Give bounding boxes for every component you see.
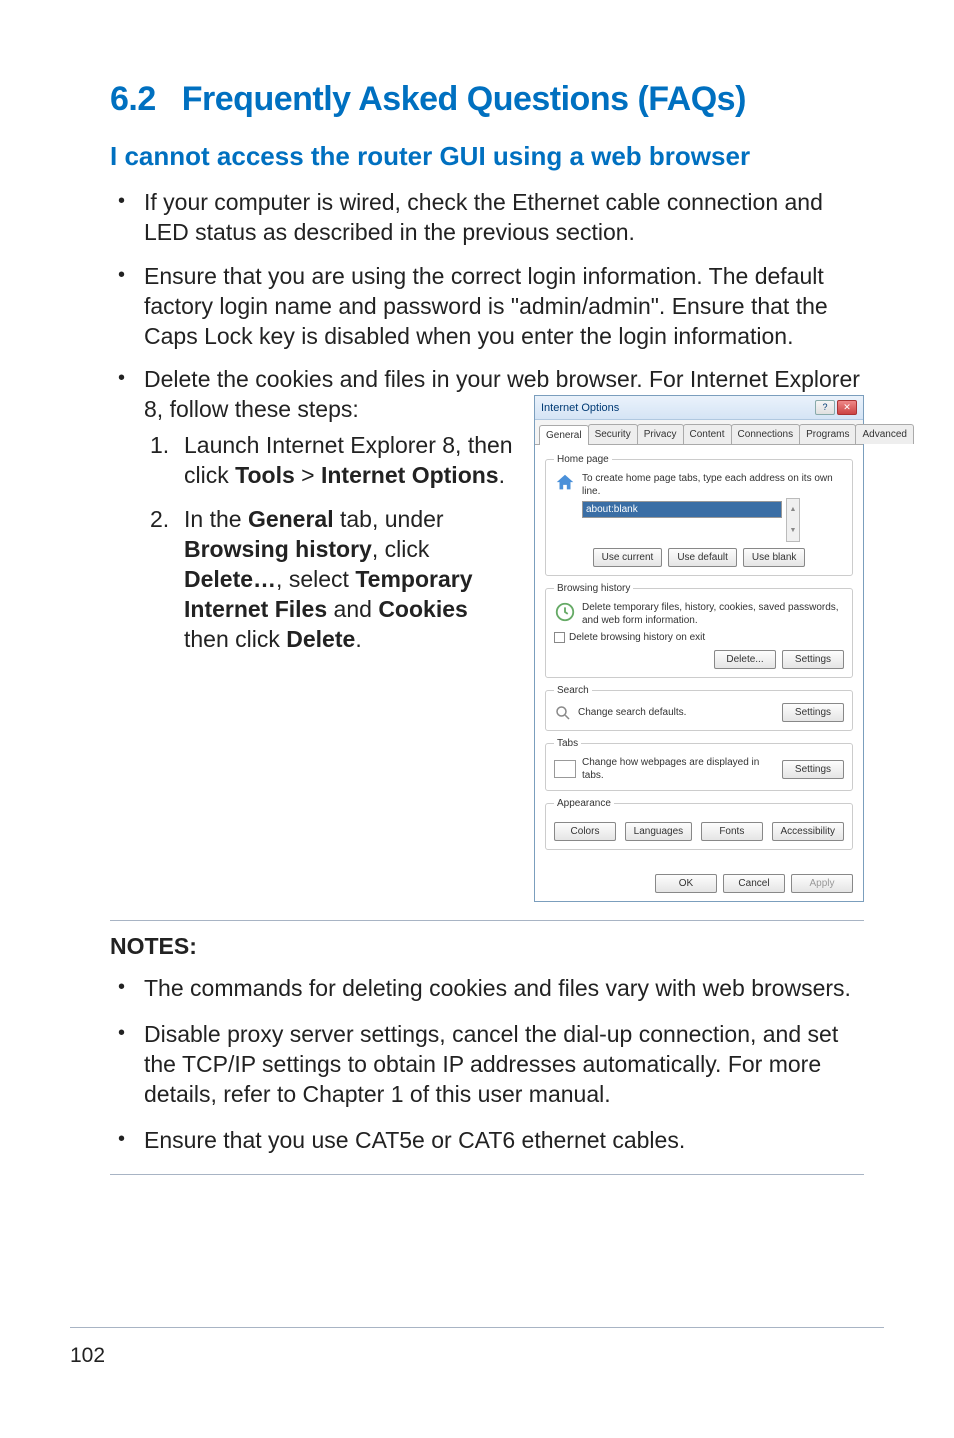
- scroll-up-icon[interactable]: ▲: [787, 499, 799, 520]
- appearance-legend: Appearance: [554, 797, 614, 810]
- ok-button[interactable]: OK: [655, 874, 717, 893]
- notes-heading: NOTES:: [110, 933, 864, 960]
- delete-on-exit-checkbox[interactable]: [554, 632, 565, 643]
- search-group: Search Change search defaults. Settings: [545, 684, 853, 731]
- scrollbar[interactable]: ▲ ▼: [786, 498, 800, 542]
- cancel-button[interactable]: Cancel: [723, 874, 785, 893]
- delete-button[interactable]: Delete...: [714, 650, 776, 669]
- section-number: 6.2: [110, 80, 156, 118]
- step-number: 2.: [150, 505, 169, 535]
- use-default-button[interactable]: Use default: [668, 548, 737, 567]
- history-text: Delete temporary files, history, cookies…: [582, 601, 844, 627]
- help-button[interactable]: ?: [815, 400, 835, 415]
- search-text: Change search defaults.: [578, 706, 776, 719]
- search-icon: [554, 704, 572, 722]
- tabs-group: Tabs Change how webpages are displayed i…: [545, 737, 853, 791]
- use-blank-button[interactable]: Use blank: [743, 548, 805, 567]
- history-legend: Browsing history: [554, 582, 633, 595]
- page-number: 102: [70, 1344, 105, 1368]
- bullet-item: Ensure that you are using the correct lo…: [110, 262, 864, 352]
- checkbox-label: Delete browsing history on exit: [569, 631, 705, 644]
- section-heading: 6.2 Frequently Asked Questions (FAQs): [110, 80, 864, 119]
- tabs-text: Change how webpages are displayed in tab…: [582, 756, 776, 782]
- step-item: 2. In the General tab, under Browsing hi…: [144, 505, 514, 654]
- step-item: 1. Launch Internet Explorer 8, then clic…: [144, 431, 514, 491]
- search-settings-button[interactable]: Settings: [782, 703, 844, 722]
- scroll-down-icon[interactable]: ▼: [787, 520, 799, 541]
- fonts-button[interactable]: Fonts: [701, 822, 763, 841]
- tabs-icon: [554, 760, 576, 778]
- note-item: The commands for deleting cookies and fi…: [110, 974, 864, 1004]
- tabs-legend: Tabs: [554, 737, 581, 750]
- homepage-legend: Home page: [554, 453, 612, 466]
- tab-security[interactable]: Security: [588, 424, 638, 444]
- appearance-group: Appearance Colors Languages Fonts Access…: [545, 797, 853, 850]
- use-current-button[interactable]: Use current: [593, 548, 663, 567]
- dialog-title: Internet Options: [541, 401, 619, 415]
- close-button[interactable]: ✕: [837, 400, 857, 415]
- tab-privacy[interactable]: Privacy: [637, 424, 684, 444]
- colors-button[interactable]: Colors: [554, 822, 616, 841]
- divider: [110, 920, 864, 921]
- tab-content[interactable]: Content: [683, 424, 732, 444]
- search-legend: Search: [554, 684, 592, 697]
- accessibility-button[interactable]: Accessibility: [772, 822, 844, 841]
- internet-options-dialog: Internet Options ? ✕ General Security Pr…: [534, 395, 864, 902]
- divider: [110, 1174, 864, 1175]
- note-item: Ensure that you use CAT5e or CAT6 ethern…: [110, 1126, 864, 1156]
- dialog-titlebar: Internet Options ? ✕: [535, 396, 863, 420]
- homepage-group: Home page To create home page tabs, type…: [545, 453, 853, 576]
- tab-connections[interactable]: Connections: [731, 424, 801, 444]
- languages-button[interactable]: Languages: [625, 822, 693, 841]
- note-item: Disable proxy server settings, cancel th…: [110, 1020, 864, 1110]
- tab-general[interactable]: General: [539, 425, 589, 445]
- step-number: 1.: [150, 431, 169, 461]
- browsing-history-group: Browsing history Delete temporary files,…: [545, 582, 853, 678]
- tab-programs[interactable]: Programs: [799, 424, 856, 444]
- bullet-item: Delete the cookies and files in your web…: [110, 365, 864, 902]
- tabs-settings-button[interactable]: Settings: [782, 760, 844, 779]
- home-icon: [554, 472, 576, 494]
- bullet-item: If your computer is wired, check the Eth…: [110, 188, 864, 248]
- dialog-tabs: General Security Privacy Content Connect…: [535, 420, 863, 445]
- apply-button[interactable]: Apply: [791, 874, 853, 893]
- footer-divider: [70, 1327, 884, 1328]
- history-settings-button[interactable]: Settings: [782, 650, 844, 669]
- homepage-text: To create home page tabs, type each addr…: [582, 472, 844, 498]
- subheading: I cannot access the router GUI using a w…: [110, 141, 864, 172]
- section-title: Frequently Asked Questions (FAQs): [182, 80, 746, 118]
- homepage-url-input[interactable]: about:blank: [582, 501, 782, 518]
- history-icon: [554, 601, 576, 623]
- tab-advanced[interactable]: Advanced: [855, 424, 913, 444]
